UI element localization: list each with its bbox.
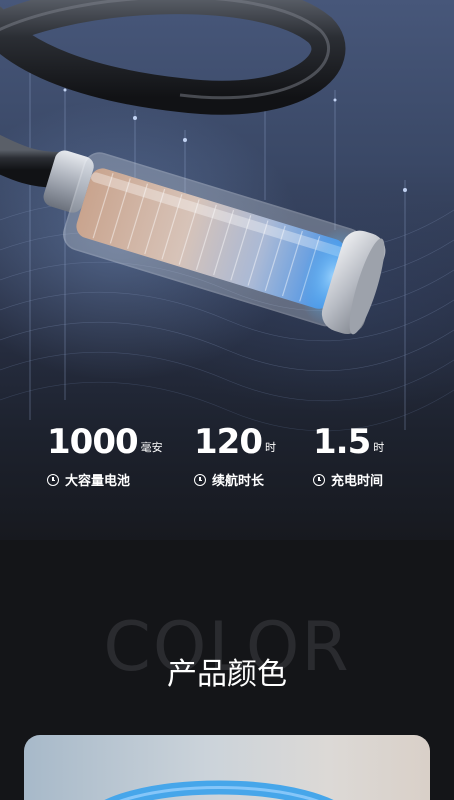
color-preview-card	[24, 735, 430, 800]
stat-unit: 毫安	[140, 441, 163, 454]
stat-unit: 时	[373, 441, 385, 454]
section-title: 产品颜色	[167, 657, 287, 692]
stat-label: 大容量电池	[65, 474, 131, 489]
stat-battery-life: 120 时 续航时长	[194, 420, 276, 489]
clock-icon	[313, 473, 325, 486]
clock-icon	[194, 473, 206, 486]
stat-value: 1.5	[313, 422, 371, 462]
battery-hero-section: 1000 毫安 大容量电池 120 时 续航时长 1.5 时 充电时间	[0, 0, 454, 540]
stat-value: 1000	[47, 422, 139, 462]
battery-stats: 1000 毫安 大容量电池 120 时 续航时长 1.5 时 充电时间	[0, 420, 454, 490]
clock-icon	[47, 473, 59, 486]
product-detail-page: 1000 毫安 大容量电池 120 时 续航时长 1.5 时 充电时间 COLO…	[0, 0, 454, 800]
product-color-section: COLOR 产品颜色	[0, 540, 454, 800]
product-preview-image	[104, 780, 334, 800]
stat-capacity: 1000 毫安 大容量电池	[47, 420, 163, 489]
stat-unit: 时	[264, 441, 276, 454]
stat-charge-time: 1.5 时 充电时间	[313, 420, 384, 489]
stat-label: 续航时长	[212, 474, 265, 489]
stat-label: 充电时间	[331, 474, 384, 489]
stat-value: 120	[194, 422, 263, 462]
